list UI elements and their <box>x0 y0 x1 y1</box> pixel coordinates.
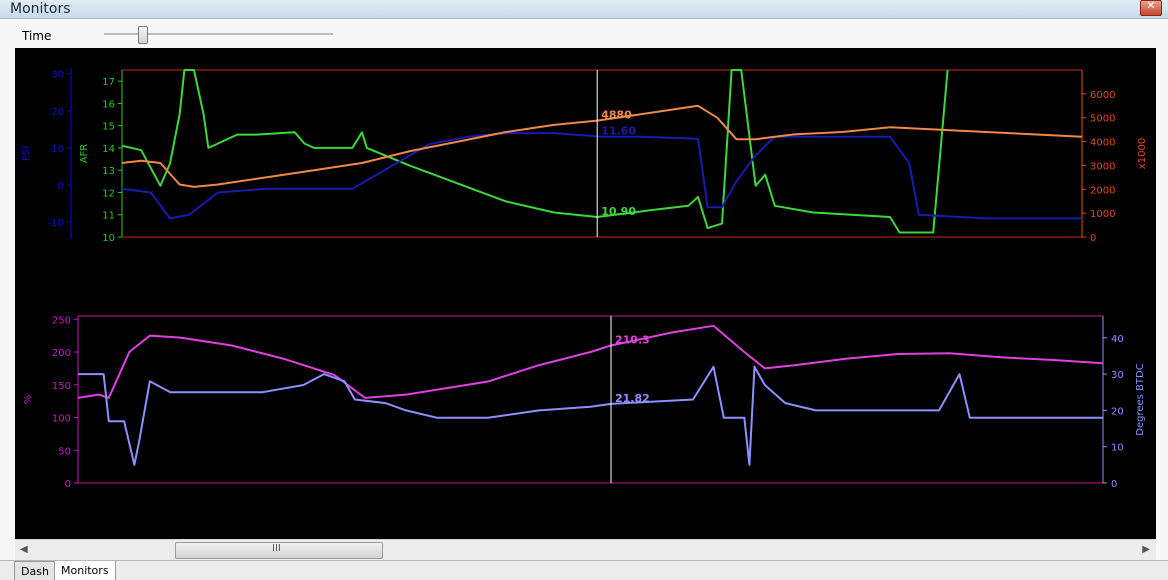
tick-label: 250 <box>52 315 71 326</box>
tick-label: 15 <box>102 122 115 133</box>
axis-label: x1000 <box>1137 138 1148 169</box>
tick-label: 6000 <box>1090 90 1115 101</box>
tick-label: 30 <box>51 70 64 81</box>
tick-label: 5000 <box>1090 114 1115 125</box>
window-title: Monitors <box>10 1 71 17</box>
series-line-load <box>77 324 1104 399</box>
tick-label: 17 <box>102 77 115 88</box>
scroll-right-icon[interactable]: ▶ <box>1142 544 1150 555</box>
tick-label: 13 <box>102 166 115 177</box>
right-margin <box>1156 48 1168 560</box>
tick-label: 1000 <box>1090 209 1115 220</box>
tick-label: 200 <box>52 348 71 359</box>
cursor-value-timing: 21.82 <box>615 392 650 405</box>
tick-label: 20 <box>51 107 64 118</box>
scroll-left-icon[interactable]: ◀ <box>20 544 28 555</box>
tick-label: 14 <box>102 144 115 155</box>
tick-label: 10 <box>51 144 64 155</box>
axis-label: AFR <box>79 144 90 164</box>
plot-frame <box>77 315 1104 484</box>
series-line-timing <box>78 365 1103 466</box>
close-icon: ✕ <box>1146 0 1156 12</box>
plot-area: 30 20 10 0 -10 PSI 17 16 15 14 13 12 11 10 AFR 6000 5000… <box>15 48 1156 539</box>
cursor-value-afr: 10.90 <box>601 205 636 218</box>
axis-label: PSI <box>21 146 32 161</box>
tick-label: -10 <box>48 218 64 229</box>
tab-strip: Dash Monitors <box>0 560 1168 580</box>
tick-label: 150 <box>52 381 71 392</box>
title-bar: Monitors ✕ <box>0 0 1168 19</box>
scrollbar-thumb[interactable]: III <box>175 542 383 559</box>
tick-label: 50 <box>58 446 71 457</box>
axis-label: Degrees BTDC <box>1135 363 1146 435</box>
tab-dash[interactable]: Dash <box>14 561 56 580</box>
tab-monitors[interactable]: Monitors <box>54 561 116 580</box>
tick-label: 20 <box>1111 406 1124 417</box>
tick-label: 0 <box>1111 479 1117 490</box>
cursor-value-rpm: 4880 <box>601 109 632 122</box>
tick-label: 11 <box>102 211 115 222</box>
tick-label: 0 <box>65 479 71 490</box>
tick-label: 10 <box>1111 443 1124 454</box>
tick-label: 10 <box>102 233 115 244</box>
tick-label: 30 <box>1111 370 1124 381</box>
close-button[interactable]: ✕ <box>1140 0 1162 16</box>
left-margin <box>0 48 15 560</box>
monitor-charts: 3020100-10PSI1716151413121110AFR60005000… <box>21 68 1148 490</box>
tick-label: 100 <box>52 414 71 425</box>
tick-label: 12 <box>102 188 115 199</box>
tick-label: 3000 <box>1090 161 1115 172</box>
tick-label: 2000 <box>1090 185 1115 196</box>
time-slider-thumb[interactable] <box>138 26 148 44</box>
axis-label: % <box>23 395 34 405</box>
horizontal-scrollbar[interactable]: ◀ III ▶ <box>15 539 1156 561</box>
cursor-value-load: 210.3 <box>615 333 650 346</box>
series-line-afr <box>121 69 949 234</box>
tick-label: 0 <box>1090 233 1096 244</box>
tick-label: 0 <box>58 181 64 192</box>
time-label: Time <box>22 29 52 43</box>
cursor-value-boost: 11.60 <box>601 124 636 137</box>
tick-label: 4000 <box>1090 138 1115 149</box>
tick-label: 40 <box>1111 334 1124 345</box>
scrollbar-grip: III <box>272 543 281 554</box>
tick-label: 16 <box>102 99 115 110</box>
